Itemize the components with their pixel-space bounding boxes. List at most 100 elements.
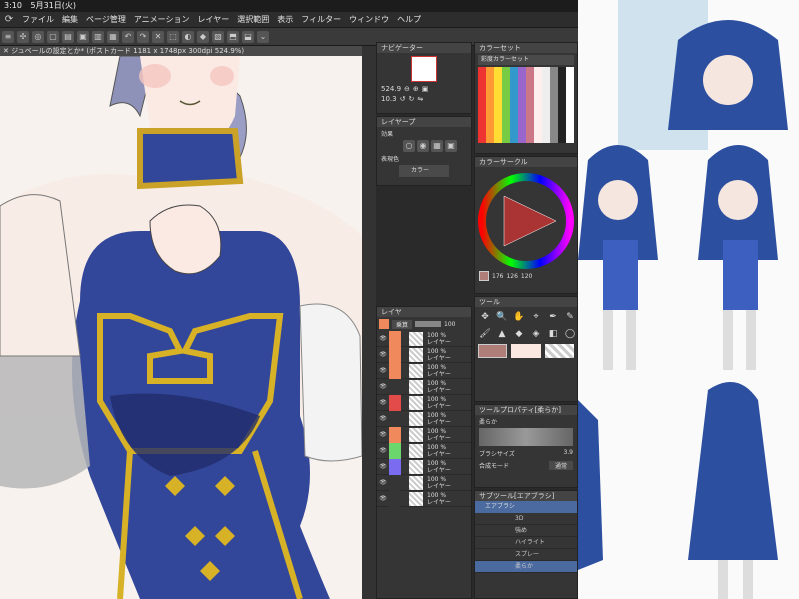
blend-mode-value[interactable]: 通常: [548, 461, 573, 470]
layer-row[interactable]: 👁 100 % レイヤー: [377, 410, 471, 427]
export-icon[interactable]: ▥: [92, 30, 104, 43]
fill-icon[interactable]: ◆: [197, 30, 209, 43]
menu-help[interactable]: ヘルプ: [393, 14, 425, 25]
opacity-slider[interactable]: [415, 321, 442, 327]
visibility-eye-icon[interactable]: 👁: [377, 383, 389, 390]
current-color-swatch[interactable]: [479, 271, 489, 281]
menu-edit[interactable]: 編集: [58, 14, 82, 25]
hand-tool-icon[interactable]: ✋: [512, 310, 526, 324]
main-color-swatch[interactable]: [478, 344, 508, 358]
transparent-color-swatch[interactable]: [544, 344, 574, 358]
open-folder-icon[interactable]: ▤: [62, 30, 74, 43]
layer-thumbnail[interactable]: [409, 491, 423, 506]
brush-item[interactable]: ハイライト: [475, 537, 577, 549]
pen-icon[interactable]: ✒: [546, 310, 560, 324]
layer-thumbnail[interactable]: [409, 379, 423, 394]
redo-icon[interactable]: ↷: [137, 30, 149, 43]
select-icon[interactable]: ⬚: [167, 30, 179, 43]
rotate-right-icon[interactable]: ↻: [408, 95, 414, 103]
visibility-eye-icon[interactable]: 👁: [377, 431, 389, 438]
brush-item-selected[interactable]: 柔らか: [475, 561, 577, 573]
layer-row[interactable]: 👁 100 % レイヤー: [377, 458, 471, 475]
layer-thumbnail[interactable]: [409, 331, 423, 346]
brush-item[interactable]: スプレー: [475, 549, 577, 561]
zoom-in-icon[interactable]: ⊕: [413, 85, 419, 93]
expression-color-dropdown[interactable]: カラー: [399, 165, 449, 177]
layer-thumbnail[interactable]: [409, 475, 423, 490]
fill-tool-icon[interactable]: ◈: [529, 327, 543, 341]
menu-file[interactable]: ファイル: [18, 14, 58, 25]
panel-icon[interactable]: ▦: [107, 30, 119, 43]
layer-thumbnail[interactable]: [409, 411, 423, 426]
color-set-dropdown[interactable]: 彩度カラーセット: [478, 55, 574, 65]
move-icon[interactable]: ✣: [17, 30, 29, 43]
tab-close-icon[interactable]: ✕: [3, 47, 11, 55]
crop-icon[interactable]: ⬓: [242, 30, 254, 43]
brush-item[interactable]: 強め: [475, 525, 577, 537]
save-icon[interactable]: ▣: [77, 30, 89, 43]
visibility-eye-icon[interactable]: 👁: [377, 351, 389, 358]
visibility-eye-icon[interactable]: 👁: [377, 463, 389, 470]
visibility-eye-icon[interactable]: 👁: [377, 479, 389, 486]
layer-row[interactable]: 👁 100 % レイヤー: [377, 394, 471, 411]
layer-thumbnail[interactable]: [409, 427, 423, 442]
canvas-tab[interactable]: ✕ ジュベールの設定とか* (ポストカード 1181 x 1748px 300d…: [0, 46, 362, 56]
navigator-thumbnail[interactable]: [411, 56, 437, 82]
layer-row[interactable]: 👁 100 % レイヤー: [377, 490, 471, 507]
rotate-left-icon[interactable]: ↺: [400, 95, 406, 103]
layer-row[interactable]: 👁 100 % レイヤー: [377, 330, 471, 347]
menu-layer[interactable]: レイヤー: [194, 14, 234, 25]
layer-row[interactable]: 👁 100 % レイヤー: [377, 362, 471, 379]
transform-icon[interactable]: ⬒: [227, 30, 239, 43]
effect-border-icon[interactable]: ○: [403, 140, 415, 152]
visibility-eye-icon[interactable]: 👁: [377, 367, 389, 374]
undo-icon[interactable]: ↶: [122, 30, 134, 43]
deselect-icon[interactable]: ▧: [212, 30, 224, 43]
brush-size-value[interactable]: 3.9: [563, 449, 573, 458]
figure-icon[interactable]: ◯: [563, 327, 577, 341]
layer-row[interactable]: 👁 100 % レイヤー: [377, 346, 471, 363]
menu-animation[interactable]: アニメーション: [130, 14, 194, 25]
visibility-eye-icon[interactable]: 👁: [377, 447, 389, 454]
visibility-eye-icon[interactable]: 👁: [377, 399, 389, 406]
layer-row[interactable]: 👁 100 % レイヤー: [377, 442, 471, 459]
layer-thumbnail[interactable]: [409, 363, 423, 378]
layer-row[interactable]: 👁 100 % レイヤー: [377, 426, 471, 443]
layer-thumbnail[interactable]: [409, 347, 423, 362]
pencil-icon[interactable]: ✎: [563, 310, 577, 324]
drawing-canvas[interactable]: [0, 56, 362, 599]
menu-filter[interactable]: フィルター: [297, 14, 345, 25]
menu-page[interactable]: ページ管理: [82, 14, 130, 25]
layer-row[interactable]: 👁 100 % レイヤー: [377, 378, 471, 395]
clear-icon[interactable]: ✕: [152, 30, 164, 43]
layer-color-swatch[interactable]: [379, 319, 389, 329]
sub-color-swatch[interactable]: [511, 344, 541, 358]
layer-thumbnail[interactable]: [409, 395, 423, 410]
brush-item[interactable]: 3D: [475, 513, 577, 525]
menu-selection[interactable]: 選択範囲: [233, 14, 273, 25]
menu-view[interactable]: 表示: [273, 14, 297, 25]
zoom-tool-icon[interactable]: 🔍: [495, 310, 509, 324]
app-logo-icon[interactable]: ⟳: [0, 14, 18, 25]
airbrush-icon[interactable]: ▲: [495, 327, 509, 341]
color-set-swatches[interactable]: [478, 67, 574, 143]
layer-row[interactable]: 👁 100 % レイヤー: [377, 474, 471, 491]
rotate-icon[interactable]: ◎: [32, 30, 44, 43]
subtool-group[interactable]: エアブラシ: [475, 501, 577, 513]
zoom-out-icon[interactable]: ⊖: [404, 85, 410, 93]
flip-icon[interactable]: ⇋: [417, 95, 423, 103]
more-icon[interactable]: ⌄: [257, 30, 269, 43]
eyedropper-icon[interactable]: ⌖: [529, 310, 543, 324]
layer-thumbnail[interactable]: [409, 443, 423, 458]
visibility-eye-icon[interactable]: 👁: [377, 335, 389, 342]
dock-strip[interactable]: [362, 46, 376, 599]
effect-color-icon[interactable]: ▣: [445, 140, 457, 152]
color-wheel[interactable]: [476, 171, 576, 271]
effect-tone-icon[interactable]: ◉: [417, 140, 429, 152]
invert-icon[interactable]: ◐: [182, 30, 194, 43]
brush-icon[interactable]: 🖌: [478, 327, 492, 341]
menu-icon[interactable]: ≡: [2, 30, 14, 43]
visibility-eye-icon[interactable]: 👁: [377, 495, 389, 502]
fit-icon[interactable]: ▣: [422, 85, 429, 93]
layer-thumbnail[interactable]: [409, 459, 423, 474]
